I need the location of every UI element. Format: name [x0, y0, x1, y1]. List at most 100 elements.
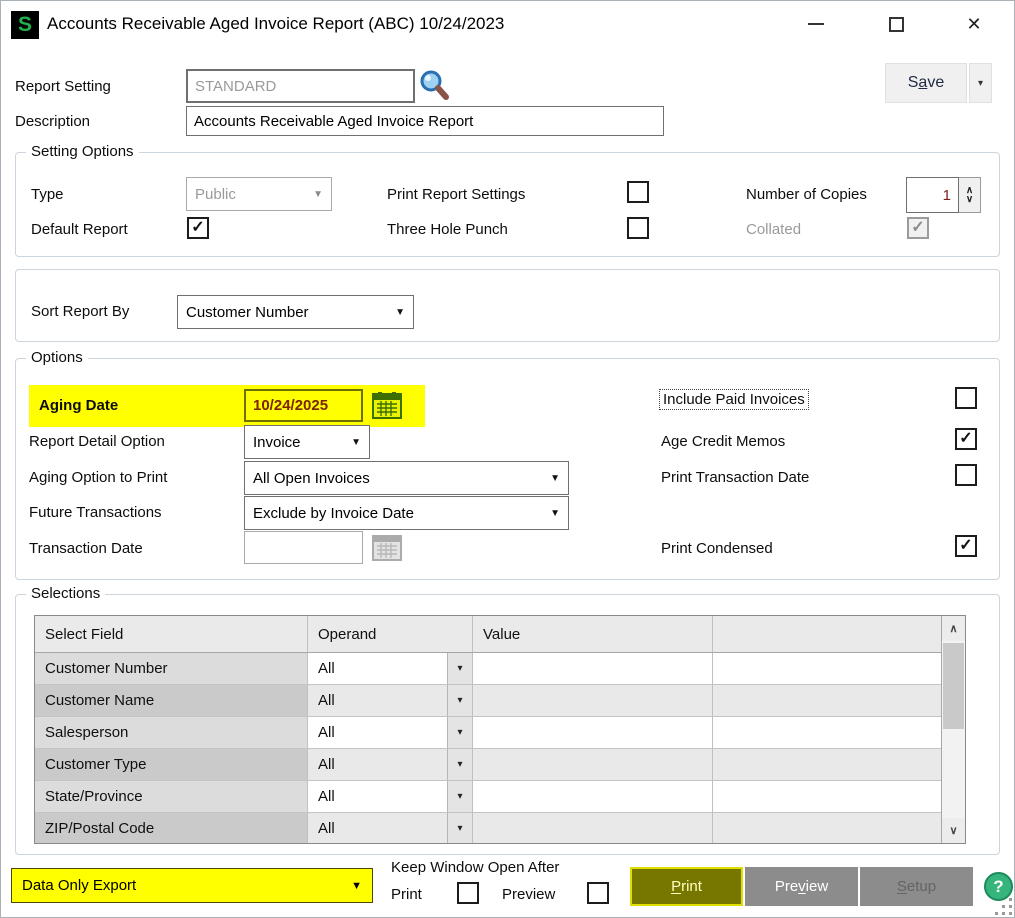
- column-header-select-field[interactable]: Select Field: [35, 616, 308, 653]
- number-of-copies-input[interactable]: 1: [906, 177, 959, 213]
- dropdown-arrow-icon: ▼: [351, 437, 361, 448]
- dropdown-arrow-icon: ▼: [351, 880, 362, 892]
- dropdown-arrow-icon: ▾: [457, 663, 462, 674]
- select-field-cell[interactable]: ZIP/Postal Code: [35, 813, 308, 844]
- extra-cell: [713, 813, 942, 844]
- check-icon: ✓: [191, 220, 204, 236]
- dropdown-arrow-icon: ▾: [457, 695, 462, 706]
- dropdown-arrow-icon: ▾: [457, 759, 462, 770]
- aging-option-to-print-label: Aging Option to Print: [29, 469, 167, 486]
- scroll-up-button[interactable]: ∧: [942, 616, 965, 641]
- transaction-date-input[interactable]: [244, 531, 363, 564]
- operand-cell[interactable]: All ▾: [308, 685, 473, 717]
- select-field-cell[interactable]: Customer Type: [35, 749, 308, 781]
- include-paid-invoices-label: Include Paid Invoices: [659, 389, 809, 410]
- column-header-value[interactable]: Value: [473, 616, 713, 653]
- type-label: Type: [31, 186, 64, 203]
- print-button[interactable]: Print: [630, 867, 743, 906]
- keep-open-preview-label: Preview: [502, 886, 555, 903]
- value-cell[interactable]: [473, 717, 713, 749]
- print-report-settings-label: Print Report Settings: [387, 186, 525, 203]
- select-field-cell[interactable]: Customer Number: [35, 653, 308, 685]
- operand-dropdown-button[interactable]: ▾: [447, 717, 472, 748]
- dropdown-arrow-icon: ▾: [457, 791, 462, 802]
- sort-report-by-select[interactable]: Customer Number▼: [177, 295, 414, 329]
- value-cell[interactable]: [473, 685, 713, 717]
- selections-table: Select Field Operand Value Customer Numb…: [34, 615, 966, 844]
- transaction-date-label: Transaction Date: [29, 540, 143, 557]
- keep-window-open-label: Keep Window Open After: [391, 859, 559, 876]
- description-label: Description: [15, 113, 90, 130]
- window-title: Accounts Receivable Aged Invoice Report …: [47, 14, 504, 34]
- extra-cell: [713, 653, 942, 685]
- operand-dropdown-button[interactable]: ▾: [447, 685, 472, 716]
- operand-dropdown-button[interactable]: ▾: [447, 749, 472, 780]
- check-icon: ✓: [911, 220, 924, 236]
- resize-grip-icon[interactable]: [996, 893, 1012, 915]
- lookup-magnifier-icon[interactable]: [418, 69, 450, 103]
- age-credit-memos-checkbox[interactable]: ✓: [955, 428, 977, 450]
- minimize-icon: [808, 23, 824, 25]
- check-icon: ✓: [959, 538, 972, 554]
- report-detail-option-select[interactable]: Invoice▼: [244, 425, 370, 459]
- default-report-label: Default Report: [31, 221, 128, 238]
- minimize-button[interactable]: [793, 7, 839, 41]
- operand-dropdown-button[interactable]: ▾: [447, 781, 472, 812]
- export-format-select[interactable]: Data Only Export ▼: [11, 868, 373, 903]
- dropdown-arrow-icon: ▼: [550, 508, 560, 519]
- save-dropdown-button[interactable]: ▾: [969, 63, 992, 103]
- value-cell[interactable]: [473, 749, 713, 781]
- extra-cell: [713, 781, 942, 813]
- column-header-extra: [713, 616, 942, 653]
- aging-date-input[interactable]: 10/24/2025: [244, 389, 363, 422]
- value-cell[interactable]: [473, 653, 713, 685]
- value-cell[interactable]: [473, 813, 713, 844]
- operand-cell[interactable]: All ▾: [308, 813, 473, 844]
- print-transaction-date-label: Print Transaction Date: [661, 469, 809, 486]
- maximize-button[interactable]: [873, 7, 919, 41]
- close-button[interactable]: ✕: [951, 7, 997, 41]
- table-row: State/Province All ▾: [35, 781, 965, 813]
- keep-open-preview-checkbox[interactable]: [587, 882, 609, 904]
- extra-cell: [713, 685, 942, 717]
- operand-cell[interactable]: All ▾: [308, 717, 473, 749]
- copies-spinner[interactable]: ∧ ∨: [959, 177, 981, 213]
- calendar-icon[interactable]: [372, 391, 402, 419]
- print-condensed-checkbox[interactable]: ✓: [955, 535, 977, 557]
- operand-cell[interactable]: All ▾: [308, 749, 473, 781]
- print-report-settings-checkbox[interactable]: [627, 181, 649, 203]
- dropdown-arrow-icon: ▼: [313, 189, 323, 200]
- print-condensed-label: Print Condensed: [661, 540, 773, 557]
- default-report-checkbox[interactable]: ✓: [187, 217, 209, 239]
- three-hole-punch-checkbox[interactable]: [627, 217, 649, 239]
- include-paid-invoices-checkbox[interactable]: [955, 387, 977, 409]
- aging-option-to-print-select[interactable]: All Open Invoices▼: [244, 461, 569, 495]
- operand-dropdown-button[interactable]: ▾: [447, 653, 472, 684]
- scrollbar-thumb[interactable]: [943, 643, 964, 729]
- operand-cell[interactable]: All ▾: [308, 781, 473, 813]
- operand-dropdown-button[interactable]: ▾: [447, 813, 472, 844]
- operand-cell[interactable]: All ▾: [308, 653, 473, 685]
- keep-open-print-checkbox[interactable]: [457, 882, 479, 904]
- select-field-cell[interactable]: Customer Name: [35, 685, 308, 717]
- future-transactions-label: Future Transactions: [29, 504, 162, 521]
- select-field-cell[interactable]: State/Province: [35, 781, 308, 813]
- spinner-down-icon[interactable]: ∨: [966, 195, 973, 204]
- column-header-operand[interactable]: Operand: [308, 616, 473, 653]
- table-scrollbar[interactable]: ∧ ∨: [941, 616, 965, 843]
- maximize-icon: [889, 17, 904, 32]
- scroll-down-button[interactable]: ∨: [942, 818, 965, 843]
- table-row: Customer Name All ▾: [35, 685, 965, 717]
- select-field-cell[interactable]: Salesperson: [35, 717, 308, 749]
- description-input[interactable]: Accounts Receivable Aged Invoice Report: [186, 106, 664, 136]
- report-setting-label: Report Setting: [15, 78, 111, 95]
- sort-group: [15, 269, 1000, 342]
- table-header-row: Select Field Operand Value: [35, 616, 965, 653]
- preview-button[interactable]: Preview: [745, 867, 858, 906]
- value-cell[interactable]: [473, 781, 713, 813]
- report-setting-input[interactable]: STANDARD: [186, 69, 415, 103]
- table-row: Customer Type All ▾: [35, 749, 965, 781]
- save-button[interactable]: Save: [885, 63, 967, 103]
- future-transactions-select[interactable]: Exclude by Invoice Date▼: [244, 496, 569, 530]
- print-transaction-date-checkbox[interactable]: [955, 464, 977, 486]
